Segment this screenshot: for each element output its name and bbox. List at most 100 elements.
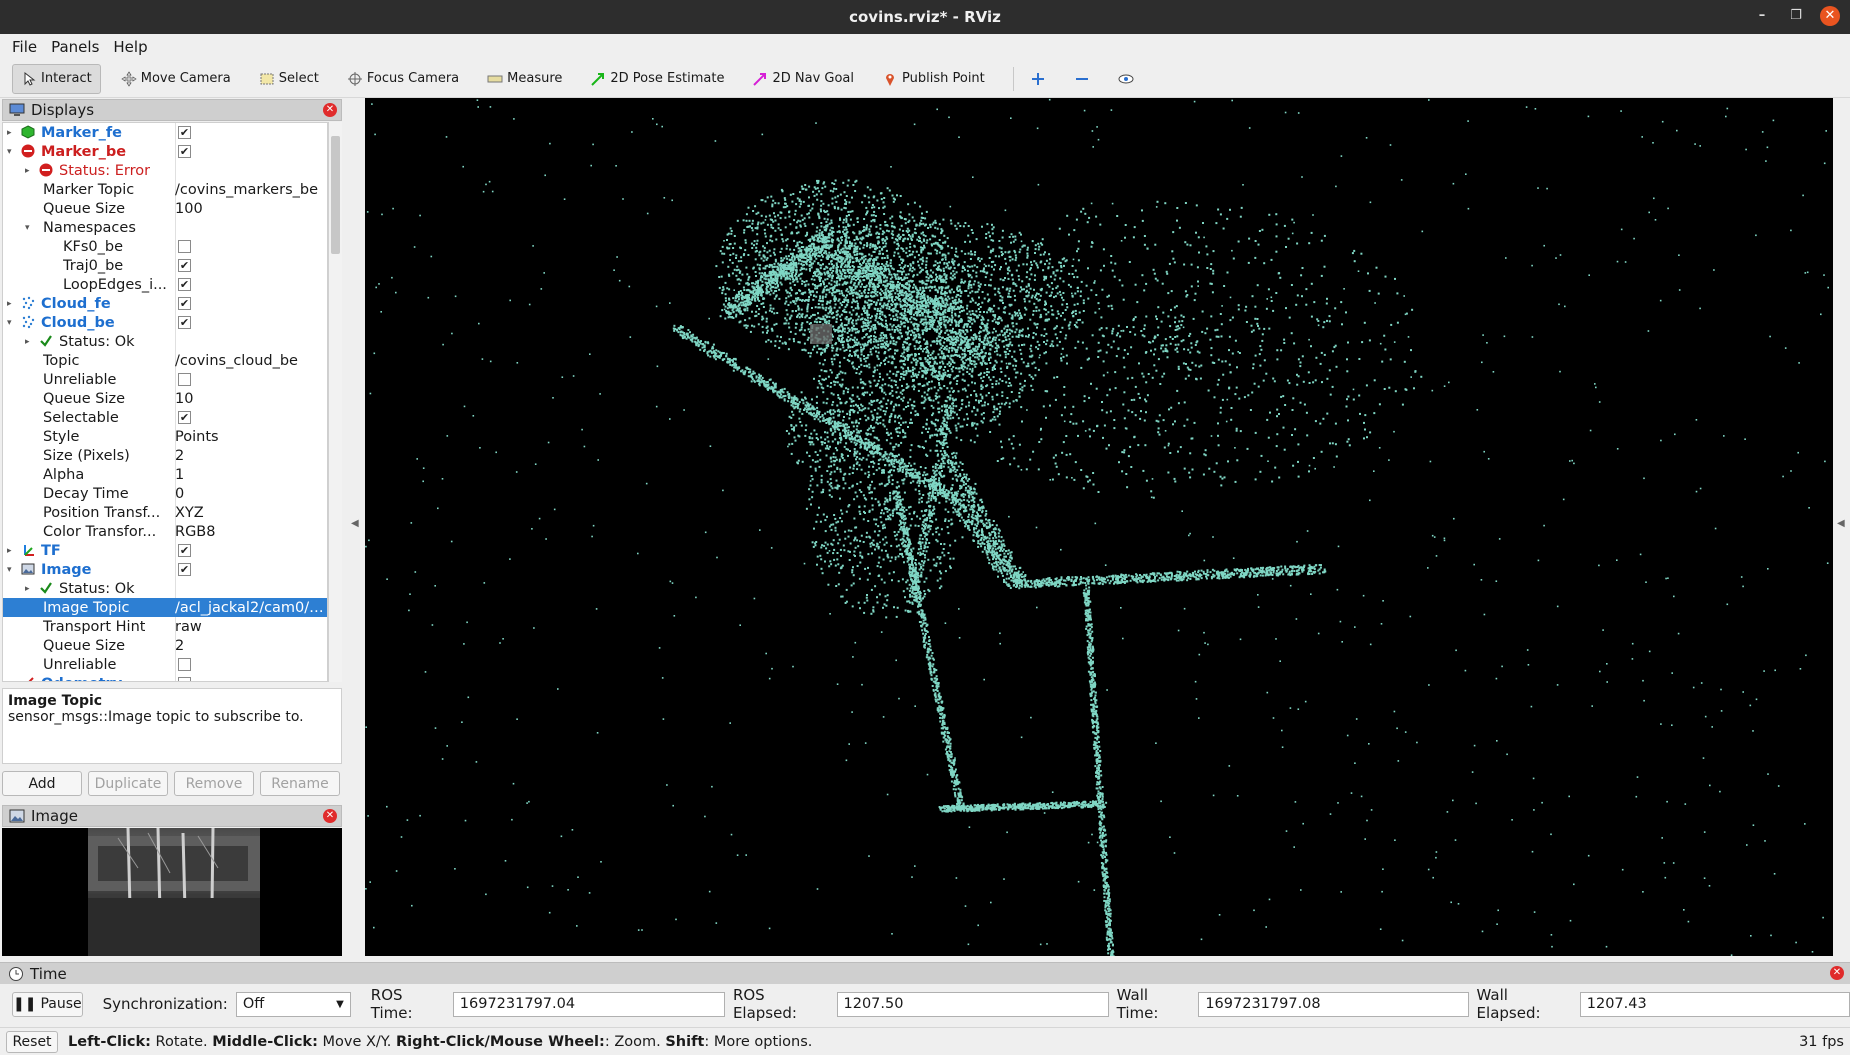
- remove-tool-button[interactable]: [1066, 64, 1098, 94]
- display-row[interactable]: Color Transfor... RGB8: [3, 522, 327, 541]
- displays-panel-close-icon[interactable]: ✕: [323, 103, 337, 117]
- reset-button[interactable]: Reset: [6, 1030, 58, 1053]
- display-row[interactable]: ▸ TF ✔: [3, 541, 327, 560]
- render-viewport[interactable]: [365, 98, 1833, 956]
- display-row-checkbox[interactable]: ✔: [178, 411, 191, 424]
- display-row[interactable]: Queue Size 10: [3, 389, 327, 408]
- display-row[interactable]: Traj0_be ✔: [3, 256, 327, 275]
- collapse-left-icon[interactable]: ◀: [351, 518, 359, 529]
- display-row-checkbox[interactable]: ✔: [178, 126, 191, 139]
- wall-elapsed-field[interactable]: 1207.43: [1579, 991, 1850, 1017]
- display-row[interactable]: ▸ Odometry: [3, 674, 327, 682]
- display-row-checkbox[interactable]: ✔: [178, 145, 191, 158]
- right-splitter[interactable]: ◀: [1833, 98, 1850, 956]
- close-icon[interactable]: ✕: [1820, 6, 1840, 26]
- display-row[interactable]: Alpha 1: [3, 465, 327, 484]
- sync-select[interactable]: Off ▼: [235, 991, 351, 1017]
- display-row-checkbox[interactable]: ✔: [178, 563, 191, 576]
- expand-right-icon[interactable]: ▸: [7, 546, 17, 556]
- display-row[interactable]: Transport Hint raw: [3, 617, 327, 636]
- display-row-checkbox[interactable]: [178, 240, 191, 253]
- expand-right-icon[interactable]: ▸: [25, 337, 35, 347]
- display-row-value[interactable]: 2: [175, 448, 327, 464]
- display-row-checkbox[interactable]: ✔: [178, 544, 191, 557]
- display-row-checkbox[interactable]: [178, 373, 191, 386]
- left-splitter[interactable]: ◀: [345, 98, 365, 956]
- display-row-checkbox[interactable]: ✔: [178, 297, 191, 310]
- display-row-value[interactable]: 10: [175, 391, 327, 407]
- display-row[interactable]: ▸ Cloud_fe ✔: [3, 294, 327, 313]
- remove-button[interactable]: Remove: [174, 771, 254, 796]
- expand-right-icon[interactable]: ▸: [25, 166, 35, 176]
- display-row[interactable]: ▸ Status: Error: [3, 161, 327, 180]
- display-row[interactable]: Size (Pixels) 2: [3, 446, 327, 465]
- focus-camera-tool-button[interactable]: Focus Camera: [339, 64, 467, 94]
- display-row-checkbox[interactable]: ✔: [178, 278, 191, 291]
- wall-time-field[interactable]: 1697231797.08: [1198, 991, 1469, 1017]
- menu-file[interactable]: File: [12, 38, 37, 56]
- display-row[interactable]: ▾ Cloud_be ✔: [3, 313, 327, 332]
- select-tool-button[interactable]: Select: [251, 64, 327, 94]
- display-row-value[interactable]: 1: [175, 467, 327, 483]
- expand-down-icon[interactable]: ▾: [25, 223, 35, 233]
- display-row[interactable]: ▸ Marker_fe ✔: [3, 123, 327, 142]
- ros-elapsed-field[interactable]: 1207.50: [836, 991, 1109, 1017]
- display-row[interactable]: Unreliable: [3, 655, 327, 674]
- view-tool-button[interactable]: [1110, 64, 1142, 94]
- display-row-value[interactable]: raw: [175, 619, 327, 635]
- display-row-value[interactable]: /covins_markers_be: [175, 182, 327, 198]
- nav-goal-tool-button[interactable]: 2D Nav Goal: [744, 64, 862, 94]
- display-row[interactable]: Position Transf... XYZ: [3, 503, 327, 522]
- display-row[interactable]: Image Topic/acl_jackal2/cam0/i...: [3, 598, 327, 617]
- image-panel-close-icon[interactable]: ✕: [323, 809, 337, 823]
- expand-down-icon[interactable]: ▾: [7, 147, 17, 157]
- display-row-checkbox[interactable]: [178, 658, 191, 671]
- menu-panels[interactable]: Panels: [51, 38, 99, 56]
- display-row-checkbox[interactable]: ✔: [178, 316, 191, 329]
- display-row-value[interactable]: /covins_cloud_be: [175, 353, 327, 369]
- duplicate-button[interactable]: Duplicate: [88, 771, 168, 796]
- time-panel-close-icon[interactable]: ✕: [1830, 966, 1844, 980]
- expand-right-icon[interactable]: ▸: [25, 584, 35, 594]
- display-row[interactable]: Selectable ✔: [3, 408, 327, 427]
- display-row-value[interactable]: /acl_jackal2/cam0/i...: [175, 600, 327, 616]
- maximize-icon[interactable]: ❐: [1786, 6, 1806, 26]
- ros-time-field[interactable]: 1697231797.04: [452, 991, 725, 1017]
- display-row[interactable]: ▸ Status: Ok: [3, 332, 327, 351]
- display-row-checkbox[interactable]: [178, 677, 191, 681]
- display-row[interactable]: ▾ Image ✔: [3, 560, 327, 579]
- add-button[interactable]: Add: [2, 771, 82, 796]
- rename-button[interactable]: Rename: [260, 771, 340, 796]
- display-row[interactable]: ▸ Status: Ok: [3, 579, 327, 598]
- expand-right-icon[interactable]: ▸: [7, 299, 17, 309]
- scrollbar-thumb[interactable]: [331, 136, 340, 254]
- display-row[interactable]: Topic/covins_cloud_be: [3, 351, 327, 370]
- display-row[interactable]: Marker Topic/covins_markers_be: [3, 180, 327, 199]
- measure-tool-button[interactable]: Measure: [479, 64, 570, 94]
- move-camera-tool-button[interactable]: Move Camera: [113, 64, 239, 94]
- display-row[interactable]: Style Points: [3, 427, 327, 446]
- display-row-checkbox[interactable]: ✔: [178, 259, 191, 272]
- minimize-icon[interactable]: –: [1752, 6, 1772, 26]
- pause-button[interactable]: ❚❚ Pause: [12, 991, 83, 1017]
- pose-estimate-tool-button[interactable]: 2D Pose Estimate: [582, 64, 732, 94]
- collapse-right-icon[interactable]: ◀: [1837, 518, 1845, 529]
- display-row[interactable]: Queue Size 100: [3, 199, 327, 218]
- display-row[interactable]: LoopEdges_i... ✔: [3, 275, 327, 294]
- display-row[interactable]: Unreliable: [3, 370, 327, 389]
- display-row-value[interactable]: 0: [175, 486, 327, 502]
- display-row[interactable]: ▾ Marker_be ✔: [3, 142, 327, 161]
- expand-right-icon[interactable]: ▸: [7, 679, 17, 682]
- display-row[interactable]: Queue Size 2: [3, 636, 327, 655]
- display-row-value[interactable]: 2: [175, 638, 327, 654]
- display-row-value[interactable]: 100: [175, 201, 327, 217]
- display-row-value[interactable]: RGB8: [175, 524, 327, 540]
- display-row-value[interactable]: Points: [175, 429, 327, 445]
- display-row-value[interactable]: XYZ: [175, 505, 327, 521]
- display-row[interactable]: ▾ Namespaces: [3, 218, 327, 237]
- expand-right-icon[interactable]: ▸: [7, 128, 17, 138]
- publish-point-tool-button[interactable]: Publish Point: [874, 64, 993, 94]
- expand-down-icon[interactable]: ▾: [7, 565, 17, 575]
- displays-scrollbar[interactable]: [328, 122, 342, 682]
- menu-help[interactable]: Help: [113, 38, 147, 56]
